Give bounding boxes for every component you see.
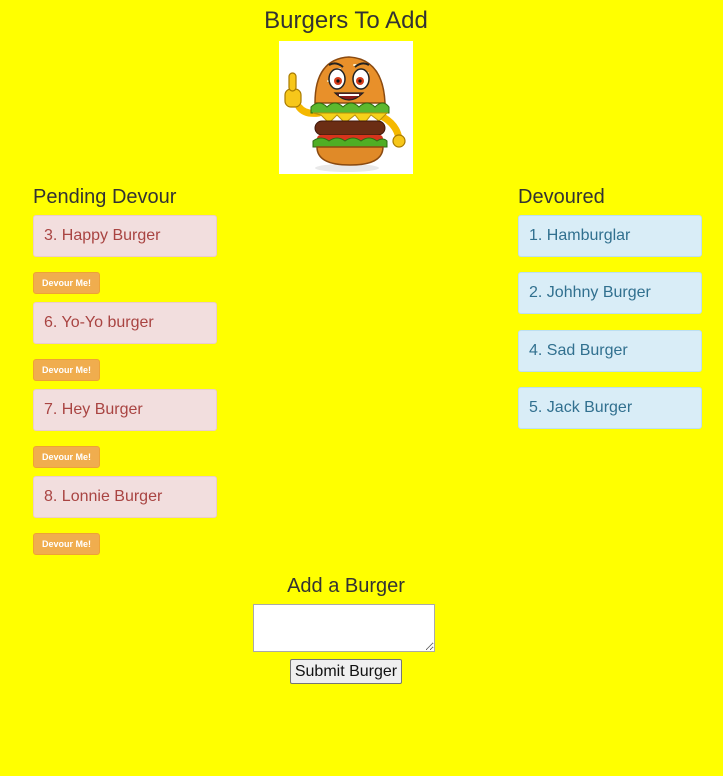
devour-button[interactable]: Devour Me! — [33, 272, 100, 294]
burger-mascot-logo — [279, 41, 413, 174]
devour-button[interactable]: Devour Me! — [33, 446, 100, 468]
devoured-burger-item: 1. Hamburglar — [518, 215, 702, 257]
submit-burger-button[interactable]: Submit Burger — [290, 659, 402, 684]
burger-mascot-icon — [284, 56, 406, 172]
devoured-burger-item: 2. Johhny Burger — [518, 272, 702, 314]
devoured-heading: Devoured — [518, 186, 605, 208]
devour-button[interactable]: Devour Me! — [33, 533, 100, 555]
pending-burger-item: 6. Yo-Yo burger — [33, 302, 217, 344]
burger-name-input[interactable] — [253, 604, 435, 652]
devoured-burger-item: 5. Jack Burger — [518, 387, 702, 429]
add-burger-heading: Add a Burger — [287, 575, 405, 597]
devour-button[interactable]: Devour Me! — [33, 359, 100, 381]
pending-burger-item: 7. Hey Burger — [33, 389, 217, 431]
devoured-burger-item: 4. Sad Burger — [518, 330, 702, 372]
page-title: Burgers To Add — [264, 7, 428, 34]
pending-burger-item: 3. Happy Burger — [33, 215, 217, 257]
pending-burger-item: 8. Lonnie Burger — [33, 476, 217, 518]
pending-devour-heading: Pending Devour — [33, 186, 177, 208]
